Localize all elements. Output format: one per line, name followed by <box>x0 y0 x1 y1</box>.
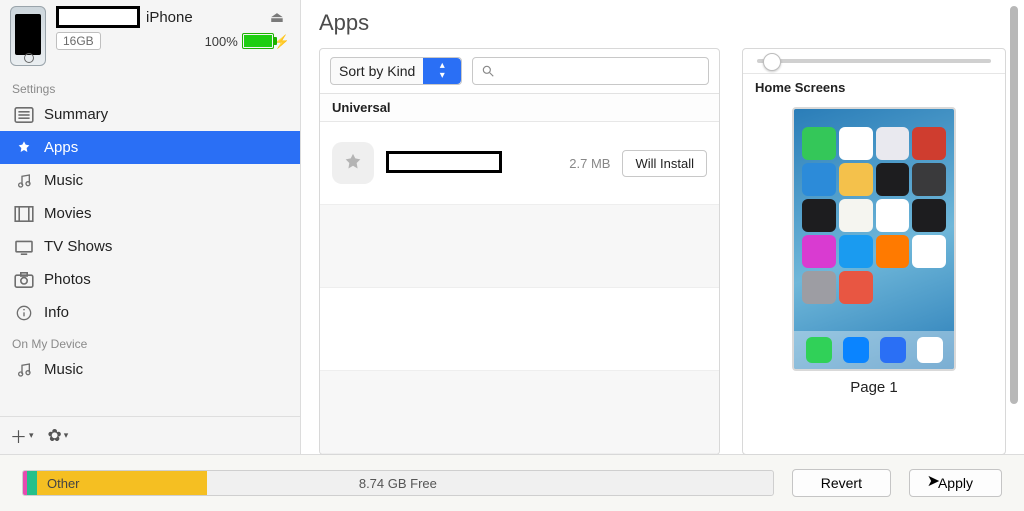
app-icon <box>802 199 836 232</box>
device-name-suffix: iPhone <box>146 9 193 26</box>
search-input[interactable] <box>472 57 709 85</box>
search-icon <box>481 64 495 78</box>
device-title: iPhone ⏏ <box>56 6 290 28</box>
usage-segment <box>27 471 37 495</box>
slider-knob[interactable] <box>763 53 781 71</box>
battery-percent: 100%⚡ <box>205 33 290 50</box>
sidebar-item-label: Movies <box>44 205 92 222</box>
on-device-section-header: On My Device <box>0 329 300 353</box>
eject-button[interactable]: ⏏ <box>264 6 290 28</box>
sort-dropdown-label: Sort by Kind <box>331 63 423 79</box>
dock-icon <box>843 337 869 363</box>
app-icon <box>912 199 946 232</box>
battery-icon <box>242 33 274 49</box>
app-icon <box>876 163 910 196</box>
page-title: Apps <box>319 10 1006 36</box>
app-icon <box>912 127 946 160</box>
home-screens-label: Home Screens <box>743 74 1005 101</box>
sidebar-item-label: Summary <box>44 106 108 123</box>
empty-row <box>320 205 719 288</box>
sidebar-item-label: Music <box>44 172 83 189</box>
sidebar: iPhone ⏏ 16GB 100%⚡ Settings Summary <box>0 0 301 454</box>
sidebar-item-label: Music <box>44 361 83 378</box>
photos-icon <box>14 272 34 288</box>
app-name-redacted <box>386 151 502 173</box>
sidebar-item-photos[interactable]: Photos <box>0 263 300 296</box>
app-icon <box>802 235 836 268</box>
app-icon <box>839 271 873 304</box>
sidebar-item-label: TV Shows <box>44 238 112 255</box>
footer: Other 8.74 GB Free Revert Apply ➤ <box>0 454 1024 511</box>
app-icon <box>912 163 946 196</box>
sidebar-item-label: Apps <box>44 139 78 156</box>
sidebar-item-apps[interactable]: Apps <box>0 131 300 164</box>
app-icon <box>876 127 910 160</box>
main: Apps Sort by Kind ▴▾ <box>301 0 1024 454</box>
sort-dropdown[interactable]: Sort by Kind ▴▾ <box>330 57 462 85</box>
app-icon <box>839 127 873 160</box>
page-label: Page 1 <box>850 379 898 396</box>
app-icon <box>912 235 946 268</box>
dock-icon <box>806 337 832 363</box>
empty-row <box>320 371 719 454</box>
usage-segment-other: Other <box>37 471 207 495</box>
apply-button[interactable]: Apply <box>909 469 1002 497</box>
sidebar-item-info[interactable]: Info <box>0 296 300 329</box>
app-icon <box>876 199 910 232</box>
device-thumbnail-icon <box>10 6 46 66</box>
app-icon <box>839 199 873 232</box>
sidebar-item-movies[interactable]: Movies <box>0 197 300 230</box>
sidebar-item-music[interactable]: Music <box>0 164 300 197</box>
device-header: iPhone ⏏ 16GB 100%⚡ <box>0 0 300 74</box>
app-thumbnail-icon <box>332 142 374 184</box>
app-icon <box>839 235 873 268</box>
revert-button[interactable]: Revert <box>792 469 891 497</box>
sidebar-footer: ＋▾ ✿▾ <box>0 416 300 454</box>
home-screens-panel: Home Screens <box>742 48 1006 455</box>
app-icon <box>876 235 910 268</box>
tv-icon <box>14 239 34 255</box>
music-icon <box>14 173 34 189</box>
app-icon <box>839 163 873 196</box>
sidebar-item-summary[interactable]: Summary <box>0 98 300 131</box>
device-capacity: 16GB <box>56 32 101 50</box>
apps-icon <box>14 140 34 156</box>
app-icon <box>802 127 836 160</box>
app-icon <box>802 163 836 196</box>
summary-icon <box>14 107 34 123</box>
sidebar-item-label: Info <box>44 304 69 321</box>
gear-button[interactable]: ✿▾ <box>48 423 69 448</box>
info-icon <box>14 305 34 321</box>
add-button[interactable]: ＋▾ <box>10 423 34 448</box>
app-title <box>386 151 502 176</box>
music-icon <box>14 362 34 378</box>
app-group-header: Universal <box>320 94 719 122</box>
movies-icon <box>14 206 34 222</box>
storage-usage-bar: Other 8.74 GB Free <box>22 470 774 496</box>
will-install-button[interactable]: Will Install <box>622 150 707 177</box>
app-size: 2.7 MB <box>569 156 610 171</box>
scrollbar[interactable] <box>1010 6 1018 404</box>
dock-icon <box>880 337 906 363</box>
zoom-slider[interactable] <box>757 59 991 63</box>
settings-section-header: Settings <box>0 74 300 98</box>
chevron-up-down-icon: ▴▾ <box>423 58 461 84</box>
empty-row <box>320 288 719 371</box>
sidebar-item-device-music[interactable]: Music <box>0 353 300 386</box>
sidebar-item-tv-shows[interactable]: TV Shows <box>0 230 300 263</box>
usage-other-label: Other <box>47 476 80 491</box>
app-row[interactable]: 2.7 MB Will Install <box>320 122 719 205</box>
home-screen-preview[interactable] <box>792 107 956 371</box>
dock-icon <box>917 337 943 363</box>
device-name-redacted <box>56 6 140 28</box>
sidebar-item-label: Photos <box>44 271 91 288</box>
app-icon <box>802 271 836 304</box>
apps-panel: Sort by Kind ▴▾ Universal <box>319 48 720 455</box>
